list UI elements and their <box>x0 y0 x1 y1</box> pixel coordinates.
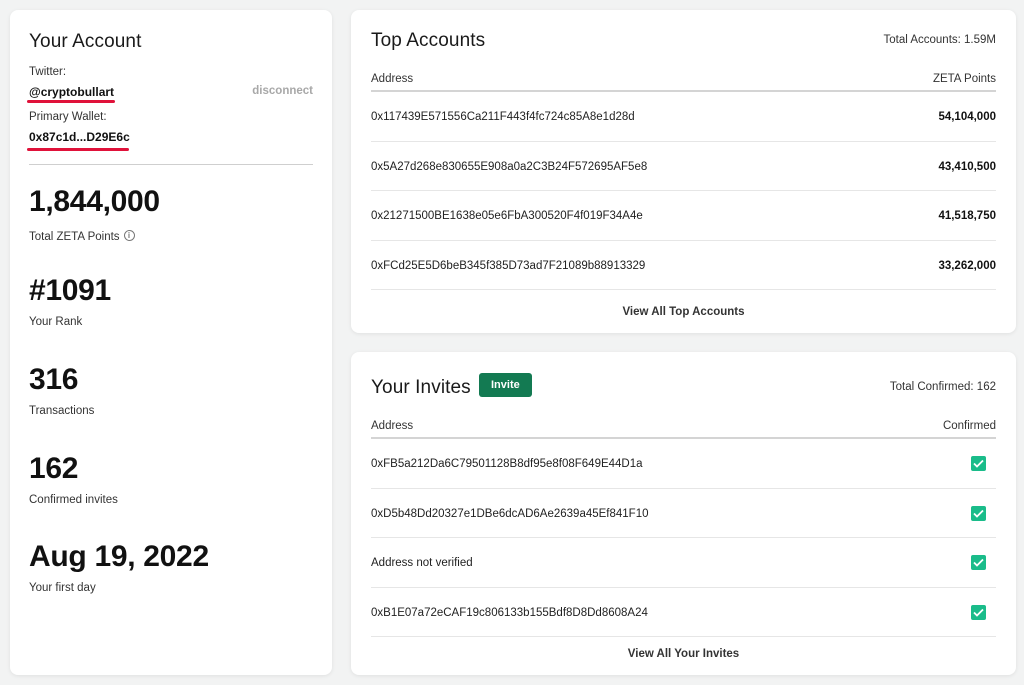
confirmed-invites-value: 162 <box>29 452 79 485</box>
disconnect-button[interactable]: disconnect <box>252 85 313 97</box>
transactions-label: Transactions <box>29 405 95 417</box>
table-row: 0x5A27d268e830655E908a0a2C3B24F572695AF5… <box>371 142 996 191</box>
table-row: 0xFB5a212Da6C79501128B8df95e8f08F649E44D… <box>371 439 996 489</box>
invites-header: Your Invites Invite Total Confirmed: 162 <box>371 373 996 403</box>
transactions-value: 316 <box>29 363 79 396</box>
table-row: 0xB1E07a72eCAF19c806133b155Bdf8D8Dd8608A… <box>371 588 996 637</box>
column-zeta-points: ZETA Points <box>932 73 996 85</box>
rank-value: #1091 <box>29 274 111 307</box>
row-address: 0xFB5a212Da6C79501128B8df95e8f08F649E44D… <box>371 458 643 470</box>
invite-button[interactable]: Invite <box>479 373 532 397</box>
column-address: Address <box>371 73 414 85</box>
row-address: Address not verified <box>371 557 473 569</box>
confirmed-invites-label: Confirmed invites <box>29 494 118 506</box>
account-title: Your Account <box>29 31 142 52</box>
rank-label: Your Rank <box>29 316 83 328</box>
total-confirmed: Total Confirmed: 162 <box>889 381 996 393</box>
table-row: 0x117439E571556Ca211F443f4fc724c85A8e1d2… <box>371 92 996 142</box>
row-address: 0x117439E571556Ca211F443f4fc724c85A8e1d2… <box>371 111 635 123</box>
twitter-handle: @cryptobullart <box>29 85 115 99</box>
row-address: 0x21271500BE1638e05e6FbA300520F4f019F34A… <box>371 210 643 222</box>
column-confirmed: Confirmed <box>942 420 996 432</box>
wallet-address: 0x87c1d...D29E6c <box>29 130 130 144</box>
invites-card: Your Invites Invite Total Confirmed: 162… <box>351 352 1016 675</box>
top-accounts-header: Top Accounts Total Accounts: 1.59M <box>371 30 996 56</box>
total-points-label: Total ZETA Points <box>29 231 120 243</box>
top-accounts-title: Top Accounts <box>371 30 486 51</box>
row-points: 33,262,000 <box>938 259 996 272</box>
table-row: 0xD5b48Dd20327e1DBe6dcAD6Ae2639a45Ef841F… <box>371 489 996 538</box>
table-row: 0x21271500BE1638e05e6FbA300520F4f019F34A… <box>371 191 996 241</box>
wallet-underline <box>27 148 129 151</box>
invites-title: Your Invites <box>371 377 471 398</box>
total-points-label-row: Total ZETA Points i <box>29 227 135 245</box>
check-icon <box>971 555 986 570</box>
check-icon <box>971 456 986 471</box>
row-address: 0xB1E07a72eCAF19c806133b155Bdf8D8Dd8608A… <box>371 606 648 619</box>
column-address: Address <box>371 420 414 432</box>
check-icon <box>971 505 986 521</box>
row-address: 0x5A27d268e830655E908a0a2C3B24F572695AF5… <box>371 160 648 173</box>
twitter-underline <box>27 100 115 103</box>
row-address: 0xFCd25E5D6beB345f385D73ad7F21089b889133… <box>371 259 646 272</box>
twitter-label: Twitter: <box>29 66 67 78</box>
top-accounts-table: Address ZETA Points 0x117439E571556Ca211… <box>371 70 996 290</box>
table-row: Address not verified <box>371 538 996 588</box>
view-all-top-accounts-link[interactable]: View All Top Accounts <box>351 306 1016 318</box>
row-address: 0xD5b48Dd20327e1DBe6dcAD6Ae2639a45Ef841F… <box>371 507 649 520</box>
check-icon <box>971 604 986 620</box>
view-all-invites-link[interactable]: View All Your Invites <box>351 648 1016 660</box>
info-icon[interactable]: i <box>123 230 135 242</box>
row-points: 41,518,750 <box>938 210 996 222</box>
table-row: 0xFCd25E5D6beB345f385D73ad7F21089b889133… <box>371 241 996 290</box>
table-header: Address ZETA Points <box>371 70 996 92</box>
first-day-label: Your first day <box>29 582 96 594</box>
top-accounts-card: Top Accounts Total Accounts: 1.59M Addre… <box>351 10 1016 333</box>
table-header: Address Confirmed <box>371 417 996 439</box>
total-accounts: Total Accounts: 1.59M <box>883 34 996 46</box>
account-card: Your Account Twitter: @cryptobullart dis… <box>10 10 332 675</box>
total-points-value: 1,844,000 <box>29 185 160 218</box>
account-divider <box>29 164 313 165</box>
row-points: 43,410,500 <box>938 160 996 173</box>
first-day-value: Aug 19, 2022 <box>29 540 209 573</box>
row-points: 54,104,000 <box>938 111 996 123</box>
wallet-label: Primary Wallet: <box>29 111 107 123</box>
invites-table: Address Confirmed 0xFB5a212Da6C79501128B… <box>371 417 996 637</box>
